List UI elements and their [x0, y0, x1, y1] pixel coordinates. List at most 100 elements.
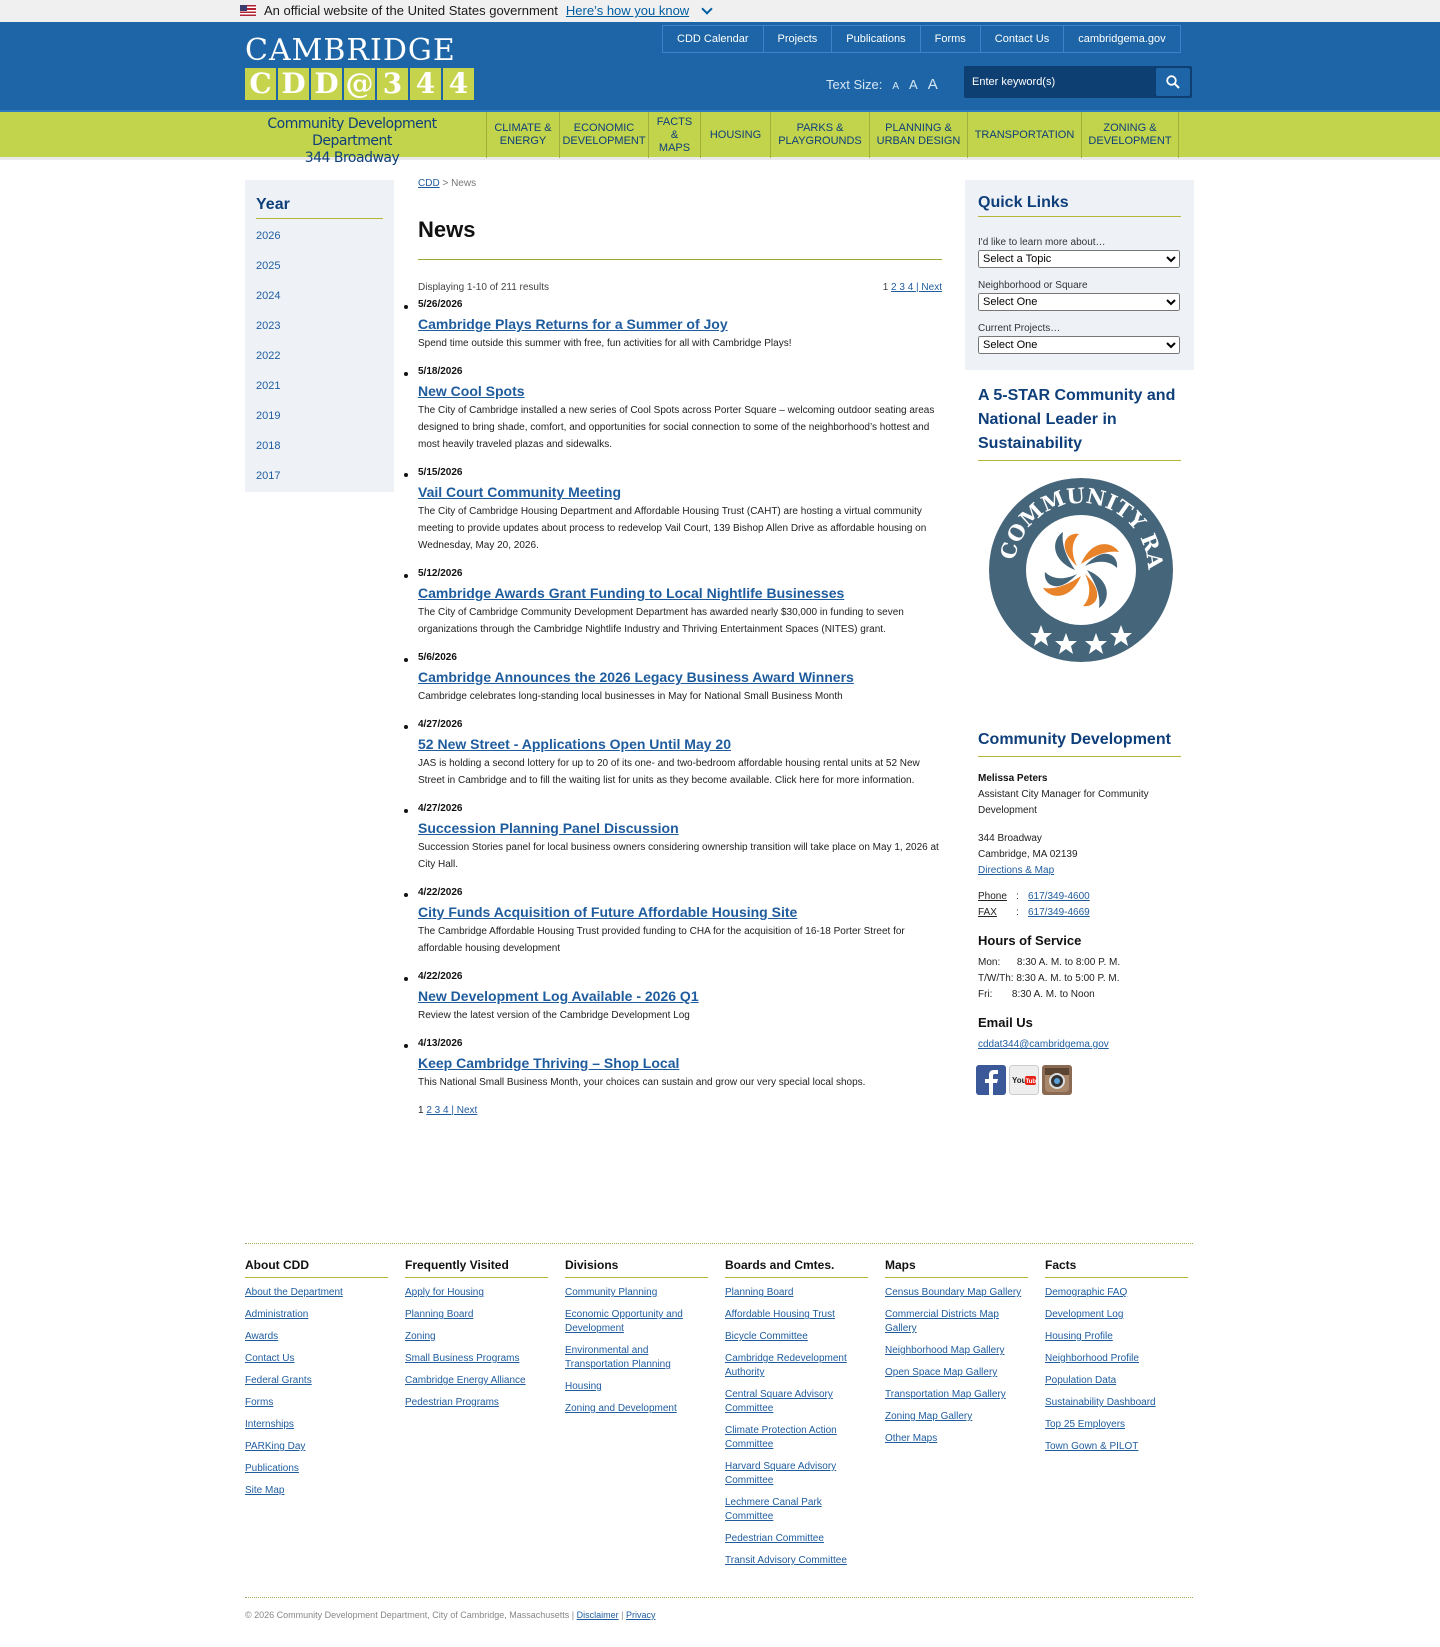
footer-link[interactable]: Neighborhood Profile [1045, 1352, 1188, 1366]
disclaimer-link[interactable]: Disclaimer [577, 1610, 619, 1620]
year-link[interactable]: 2021 [256, 380, 383, 399]
footer-link[interactable]: Demographic FAQ [1045, 1286, 1188, 1300]
footer-link[interactable]: Harvard Square Advisory Committee [725, 1460, 868, 1488]
top-nav-forms[interactable]: Forms [921, 26, 981, 52]
news-title-link[interactable]: Succession Planning Panel Discussion [418, 820, 942, 836]
breadcrumb-home[interactable]: CDD [418, 178, 440, 189]
department-brand[interactable]: Community Development Department 344 Bro… [245, 116, 459, 167]
top-nav-publications[interactable]: Publications [832, 26, 921, 52]
cdd-logo[interactable]: CAMBRIDGE C D D @3 4 4 [245, 36, 474, 100]
news-title-link[interactable]: Cambridge Announces the 2026 Legacy Busi… [418, 669, 942, 685]
news-title-link[interactable]: 52 New Street - Applications Open Until … [418, 736, 942, 752]
footer-link[interactable]: Transportation Map Gallery [885, 1388, 1028, 1402]
search-button[interactable] [1156, 68, 1190, 96]
footer-link[interactable]: Neighborhood Map Gallery [885, 1344, 1028, 1358]
footer-link[interactable]: Apply for Housing [405, 1286, 548, 1300]
top-nav-contact[interactable]: Contact Us [981, 26, 1065, 52]
footer-link[interactable]: Zoning [405, 1330, 548, 1344]
year-link[interactable]: 2024 [256, 290, 383, 309]
news-title-link[interactable]: Cambridge Plays Returns for a Summer of … [418, 316, 942, 332]
footer-link[interactable]: Climate Protection Action Committee [725, 1424, 868, 1452]
footer-link[interactable]: Population Data [1045, 1374, 1188, 1388]
footer-link[interactable]: Bicycle Committee [725, 1330, 868, 1344]
footer-link[interactable]: Pedestrian Committee [725, 1532, 868, 1546]
directions-link[interactable]: Directions & Map [978, 865, 1054, 876]
footer-link[interactable]: Pedestrian Programs [405, 1396, 548, 1410]
footer-link[interactable]: Federal Grants [245, 1374, 388, 1388]
footer-link[interactable]: Small Business Programs [405, 1352, 548, 1366]
footer-link[interactable]: Planning Board [405, 1308, 548, 1322]
footer-link[interactable]: Commercial Districts Map Gallery [885, 1308, 1028, 1336]
nav-facts-maps[interactable]: FACTS & MAPS [649, 112, 701, 158]
footer-link[interactable]: Community Planning [565, 1286, 708, 1300]
fax-link[interactable]: 617/349-4669 [1028, 907, 1090, 918]
footer-link[interactable]: Housing Profile [1045, 1330, 1188, 1344]
footer-link[interactable]: Sustainability Dashboard [1045, 1396, 1188, 1410]
footer-link[interactable]: Forms [245, 1396, 388, 1410]
how-you-know-link[interactable]: Here’s how you know [566, 3, 689, 18]
news-title-link[interactable]: New Cool Spots [418, 383, 942, 399]
footer-link[interactable]: Other Maps [885, 1432, 1028, 1446]
nav-economic-development[interactable]: ECONOMIC DEVELOPMENT [560, 112, 649, 158]
phone-link[interactable]: 617/349-4600 [1028, 891, 1090, 902]
instagram-icon[interactable] [1042, 1065, 1072, 1095]
email-link[interactable]: cddat344@cambridgema.gov [978, 1037, 1181, 1053]
year-link[interactable]: 2018 [256, 440, 383, 459]
footer-link[interactable]: Administration [245, 1308, 388, 1322]
footer-link[interactable]: Town Gown & PILOT [1045, 1440, 1188, 1454]
top-nav-cambridgema[interactable]: cambridgema.gov [1064, 26, 1179, 52]
pagination-link[interactable]: 2 3 4 | Next [891, 282, 942, 293]
nav-zoning-development[interactable]: ZONING & DEVELOPMENT [1082, 112, 1179, 158]
year-link[interactable]: 2022 [256, 350, 383, 369]
news-title-link[interactable]: Cambridge Awards Grant Funding to Local … [418, 585, 942, 601]
footer-link[interactable]: Zoning Map Gallery [885, 1410, 1028, 1424]
top-nav-projects[interactable]: Projects [764, 26, 833, 52]
chevron-down-icon[interactable] [701, 2, 713, 15]
top-nav-calendar[interactable]: CDD Calendar [663, 26, 764, 52]
pagination-link[interactable]: 2 3 4 | Next [426, 1105, 477, 1116]
footer-link[interactable]: Development Log [1045, 1308, 1188, 1322]
projects-select[interactable]: Select One [978, 336, 1180, 354]
footer-link[interactable]: Internships [245, 1418, 388, 1432]
footer-link[interactable]: Housing [565, 1380, 708, 1394]
footer-link[interactable]: About the Department [245, 1286, 388, 1300]
footer-link[interactable]: Economic Opportunity and Development [565, 1308, 708, 1336]
footer-link[interactable]: Cambridge Energy Alliance [405, 1374, 548, 1388]
news-title-link[interactable]: New Development Log Available - 2026 Q1 [418, 988, 942, 1004]
footer-link[interactable]: Publications [245, 1462, 388, 1476]
nav-planning-urban-design[interactable]: PLANNING & URBAN DESIGN [870, 112, 968, 158]
footer-link[interactable]: Lechmere Canal Park Committee [725, 1496, 868, 1524]
news-title-link[interactable]: City Funds Acquisition of Future Afforda… [418, 904, 942, 920]
nav-housing[interactable]: HOUSING [701, 112, 771, 158]
neighborhood-select[interactable]: Select One [978, 293, 1180, 311]
footer-link[interactable]: Transit Advisory Committee [725, 1554, 868, 1568]
text-size-large[interactable]: A [928, 76, 938, 93]
footer-link[interactable]: Central Square Advisory Committee [725, 1388, 868, 1416]
youtube-icon[interactable]: You Tube [1009, 1065, 1040, 1095]
nav-transportation[interactable]: TRANSPORTATION [968, 112, 1082, 158]
text-size-small[interactable]: A [892, 81, 899, 92]
search-input[interactable] [972, 73, 1142, 91]
topic-select[interactable]: Select a Topic [978, 250, 1180, 268]
footer-link[interactable]: Cambridge Redevelopment Authority [725, 1352, 868, 1380]
year-link[interactable]: 2026 [256, 230, 383, 249]
year-link[interactable]: 2023 [256, 320, 383, 339]
privacy-link[interactable]: Privacy [626, 1610, 656, 1620]
footer-link[interactable]: Affordable Housing Trust [725, 1308, 868, 1322]
footer-link[interactable]: Site Map [245, 1484, 388, 1498]
facebook-icon[interactable] [976, 1065, 1006, 1095]
footer-link[interactable]: PARKing Day [245, 1440, 388, 1454]
footer-link[interactable]: Census Boundary Map Gallery [885, 1286, 1028, 1300]
footer-link[interactable]: Contact Us [245, 1352, 388, 1366]
nav-climate-energy[interactable]: CLIMATE & ENERGY [487, 112, 560, 158]
footer-link[interactable]: Planning Board [725, 1286, 868, 1300]
year-link[interactable]: 2019 [256, 410, 383, 429]
footer-link[interactable]: Open Space Map Gallery [885, 1366, 1028, 1380]
text-size-medium[interactable]: A [909, 77, 918, 92]
year-link[interactable]: 2017 [256, 470, 383, 489]
news-title-link[interactable]: Vail Court Community Meeting [418, 484, 942, 500]
nav-parks-playgrounds[interactable]: PARKS & PLAYGROUNDS [771, 112, 870, 158]
star-community-seal-icon[interactable]: STAR COMMUNITY RATING [976, 455, 1176, 665]
news-title-link[interactable]: Keep Cambridge Thriving – Shop Local [418, 1055, 942, 1071]
year-link[interactable]: 2025 [256, 260, 383, 279]
